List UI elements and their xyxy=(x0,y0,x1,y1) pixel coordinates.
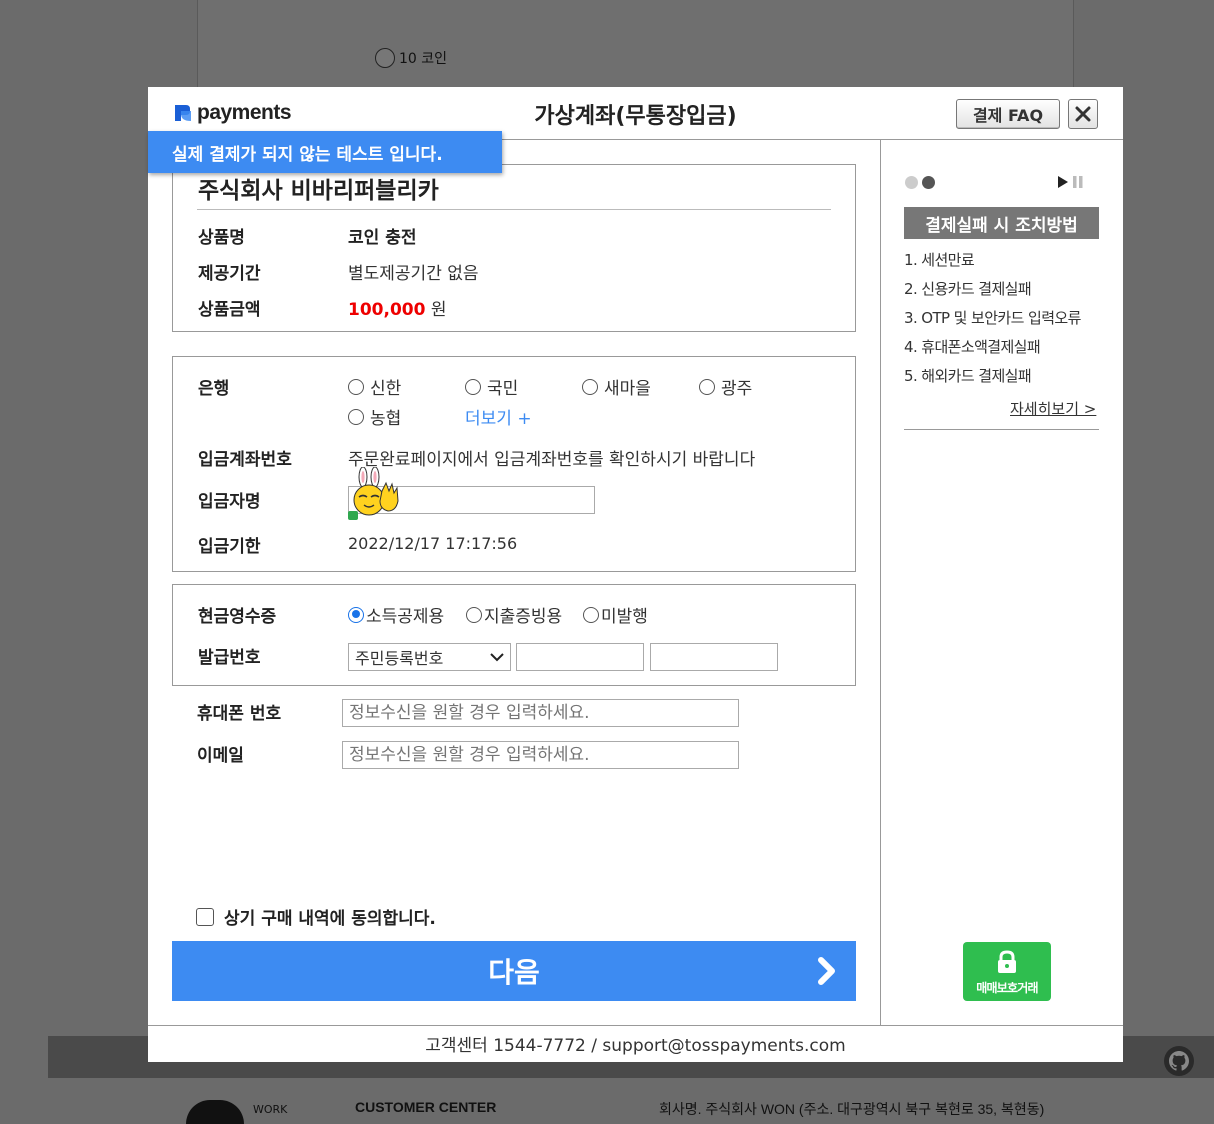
radio-icon xyxy=(699,378,715,395)
chevron-down-icon xyxy=(490,653,504,662)
next-label: 다음 xyxy=(488,956,540,989)
lock-icon xyxy=(998,950,1016,973)
payment-modal: payments 가상계좌(무통장입금) 결제 FAQ 실제 결제가 되지 않는… xyxy=(148,87,1123,1062)
price-value: 100,000 xyxy=(348,300,426,320)
bank-option-shinhan[interactable]: 신한 xyxy=(348,374,401,399)
list-item: 5. 해외카드 결제실패 xyxy=(904,367,1032,385)
list-item: 3. OTP 및 보안카드 입력오류 xyxy=(904,309,1081,327)
carousel-indicator xyxy=(905,176,935,189)
depositor-name-label: 입금자명 xyxy=(198,492,261,512)
account-number-label: 입금계좌번호 xyxy=(198,450,292,470)
cash-receipt-label: 현금영수증 xyxy=(198,607,277,627)
background-logo-text: WORK xyxy=(253,1103,288,1116)
escrow-label: 매매보호거래 xyxy=(976,981,1038,995)
checkbox-icon xyxy=(196,907,214,926)
period-label: 제공기간 xyxy=(198,264,261,284)
radio-icon xyxy=(375,48,395,68)
close-icon xyxy=(1075,106,1091,122)
next-button[interactable]: 다음 xyxy=(172,941,856,1001)
customer-center-footer: 고객센터 1544-7772 / support@tosspayments.co… xyxy=(425,1036,846,1056)
bank-option-label: 광주 xyxy=(721,379,753,399)
issue-number-input-2[interactable] xyxy=(650,643,778,671)
escrow-badge[interactable]: 매매보호거래 xyxy=(963,942,1051,1001)
divider xyxy=(904,429,1099,430)
issue-number-label: 발급번호 xyxy=(198,648,261,668)
bank-option-label: 국민 xyxy=(487,379,519,399)
detail-link[interactable]: 자세히보기 > xyxy=(1010,398,1096,419)
issue-type-value: 주민등록번호 xyxy=(355,649,444,668)
more-banks-link[interactable]: 더보기 + xyxy=(465,404,532,429)
carousel-dot[interactable] xyxy=(905,176,918,189)
phone-label: 휴대폰 번호 xyxy=(197,704,282,724)
radio-icon xyxy=(466,606,482,623)
cash-receipt-box: 현금영수증 소득공제용 지출증빙용 미발행 발급번호 주민등록번호 xyxy=(172,584,856,686)
close-button[interactable] xyxy=(1068,99,1098,129)
play-icon[interactable] xyxy=(1057,175,1069,189)
price-unit: 원 xyxy=(430,300,447,320)
product-name-value: 코인 충전 xyxy=(348,228,417,248)
bank-option-gwangju[interactable]: 광주 xyxy=(699,374,752,399)
product-name-label: 상품명 xyxy=(198,228,245,248)
deposit-deadline-label: 입금기한 xyxy=(198,537,261,557)
price-label: 상품금액 xyxy=(198,300,261,320)
radio-icon xyxy=(348,378,364,395)
footer-divider xyxy=(148,1025,1123,1026)
chevron-right-icon xyxy=(818,957,835,985)
period-value: 별도제공기간 없음 xyxy=(348,264,479,284)
character-sticker-icon xyxy=(348,467,399,520)
bank-option-kookmin[interactable]: 국민 xyxy=(465,374,518,399)
receipt-option-label: 미발행 xyxy=(601,607,648,627)
bank-option-saemaul[interactable]: 새마을 xyxy=(582,374,651,399)
agree-label: 상기 구매 내역에 동의합니다. xyxy=(224,909,436,929)
background-company-address: 회사명. 주식회사 WON (주소. 대구광역시 북구 복현로 35, 복현동) xyxy=(659,1101,1045,1117)
divider xyxy=(197,209,831,210)
merchant-name: 주식회사 비바리퍼블리카 xyxy=(198,178,439,204)
deposit-deadline-value: 2022/12/17 17:17:56 xyxy=(348,534,518,553)
email-input[interactable] xyxy=(342,741,739,769)
panel-divider xyxy=(880,140,881,1025)
background-customer-center: CUSTOMER CENTER xyxy=(355,1099,497,1115)
receipt-option-label: 소득공제용 xyxy=(366,607,445,627)
radio-icon xyxy=(583,606,599,623)
radio-icon xyxy=(582,378,598,395)
bank-option-label: 새마을 xyxy=(604,379,651,399)
agree-checkbox[interactable]: 상기 구매 내역에 동의합니다. xyxy=(196,904,436,929)
carousel-controls xyxy=(1057,175,1084,189)
bank-option-nonghyup[interactable]: 농협 xyxy=(348,404,401,429)
payment-fail-guide-list: 1. 세션만료 2. 신용카드 결제실패 3. OTP 및 보안카드 입력오류 … xyxy=(904,249,1081,394)
receipt-option-expense-proof[interactable]: 지출증빙용 xyxy=(466,602,562,627)
deposit-info-box: 은행 신한 국민 새마을 광주 농협 더보기 + 입금계좌번호 주문완료페이지에… xyxy=(172,356,856,572)
carousel-dot-active[interactable] xyxy=(922,176,935,189)
background-coin-label: 10 코인 xyxy=(399,51,448,67)
issue-number-input-1[interactable] xyxy=(516,643,644,671)
payment-fail-guide-title: 결제실패 시 조치방법 xyxy=(904,207,1099,239)
test-mode-banner: 실제 결제가 되지 않는 테스트 입니다. xyxy=(148,131,502,173)
bank-option-label: 농협 xyxy=(370,409,402,429)
price: 100,000 원 xyxy=(348,295,446,320)
faq-button[interactable]: 결제 FAQ xyxy=(956,99,1060,129)
phone-input[interactable] xyxy=(342,699,739,727)
bank-option-label: 신한 xyxy=(370,379,402,399)
list-item: 1. 세션만료 xyxy=(904,251,975,269)
radio-checked-icon xyxy=(348,606,364,623)
github-icon[interactable] xyxy=(1164,1046,1194,1076)
product-info-box: 주식회사 비바리퍼블리카 상품명 코인 충전 제공기간 별도제공기간 없음 상품… xyxy=(172,164,856,332)
email-label: 이메일 xyxy=(197,746,244,766)
issue-type-select[interactable]: 주민등록번호 xyxy=(348,643,511,671)
pause-icon[interactable] xyxy=(1072,175,1084,189)
list-item: 2. 신용카드 결제실패 xyxy=(904,280,1032,298)
receipt-option-income-deduction[interactable]: 소득공제용 xyxy=(348,602,444,627)
radio-icon xyxy=(465,378,481,395)
receipt-option-label: 지출증빙용 xyxy=(484,607,563,627)
list-item: 4. 휴대폰소액결제실패 xyxy=(904,338,1041,356)
bank-label: 은행 xyxy=(198,379,230,399)
receipt-option-none[interactable]: 미발행 xyxy=(583,602,648,627)
radio-icon xyxy=(348,408,364,425)
background-coin-option[interactable]: 10 코인 xyxy=(375,48,447,68)
account-number-value: 주문완료페이지에서 입금계좌번호를 확인하시기 바랍니다 xyxy=(348,450,756,470)
